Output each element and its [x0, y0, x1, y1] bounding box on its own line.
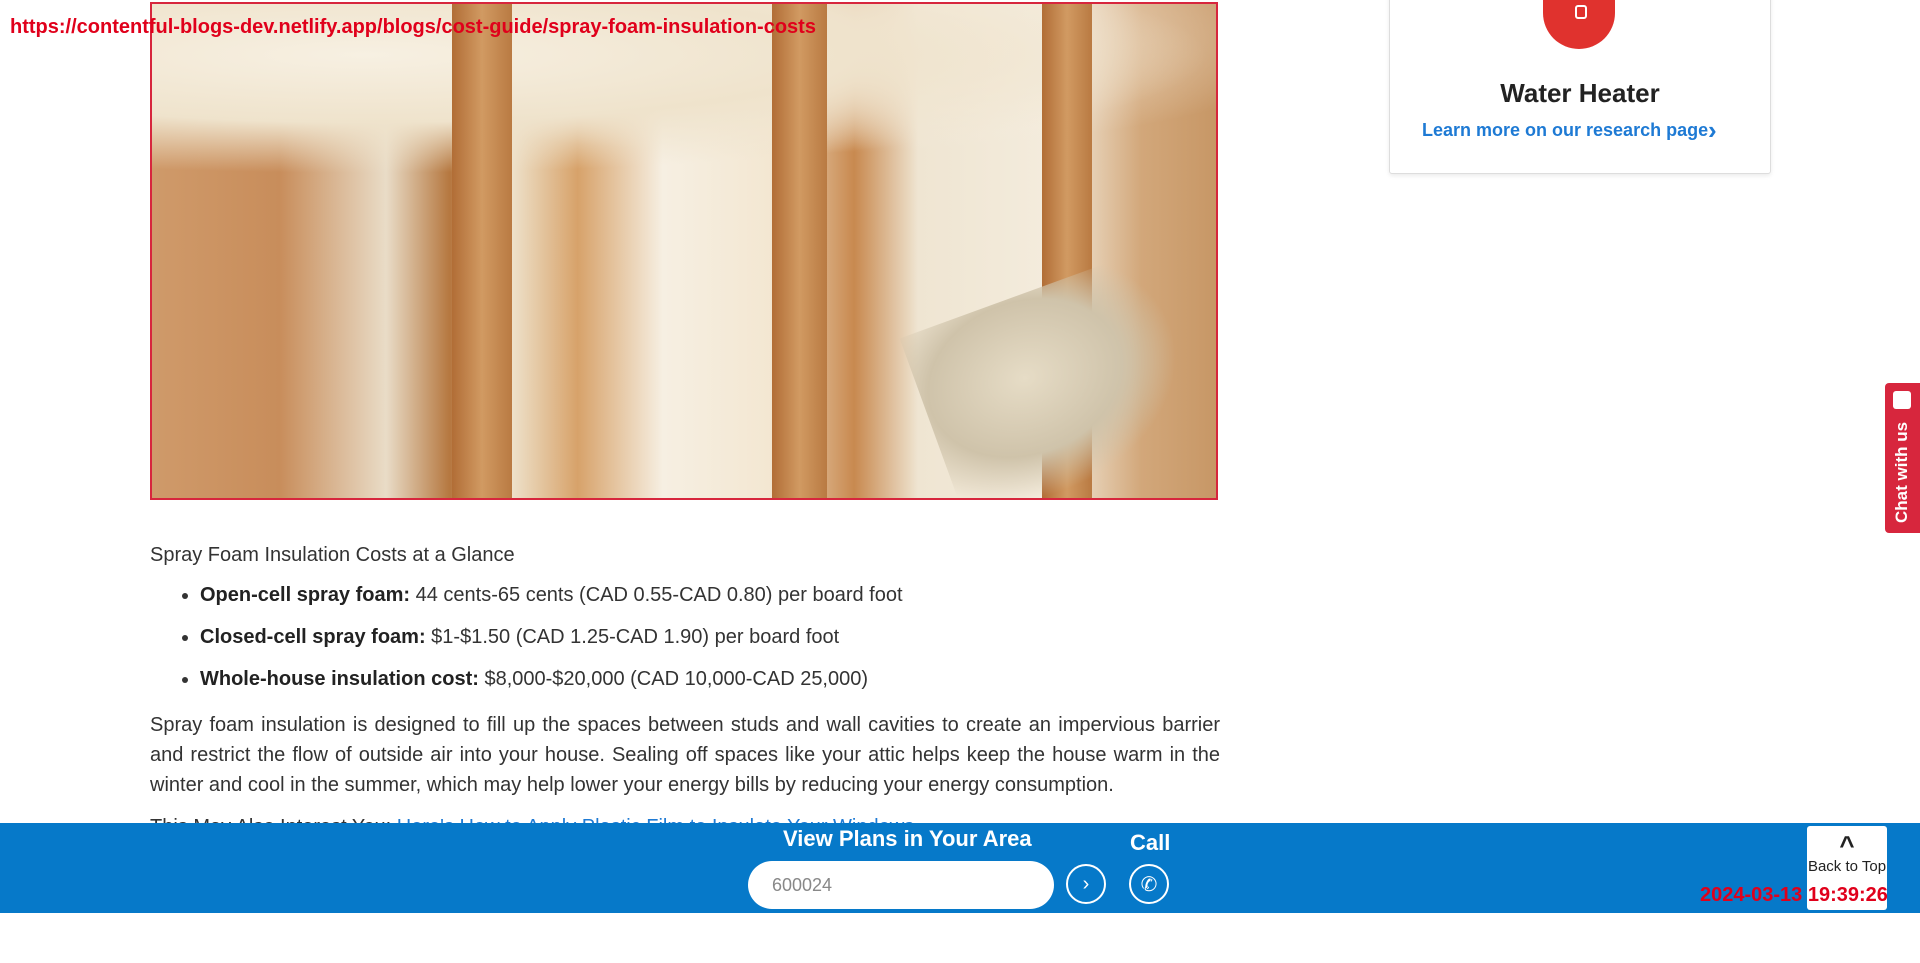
card-title: Water Heater — [1500, 78, 1660, 108]
zip-input[interactable] — [748, 861, 1054, 909]
list-item: Open-cell spray foam: 44 cents-65 cents … — [200, 580, 1220, 610]
url-overlay: https://contentful-blogs-dev.netlify.app… — [10, 16, 816, 38]
chat-bubble-icon — [1893, 391, 1911, 409]
list-item: Closed-cell spray foam: $1-$1.50 (CAD 1.… — [200, 622, 1220, 652]
chat-label: Chat with us — [1892, 421, 1911, 523]
call-label: Call — [1130, 830, 1171, 855]
article-paragraph: Spray foam insulation is designed to fil… — [150, 714, 1220, 796]
wood-stud — [772, 4, 827, 498]
research-link[interactable]: Learn more on our research page — [1422, 120, 1708, 141]
facts-list: Open-cell spray foam: 44 cents-65 cents … — [150, 580, 1220, 706]
view-plans-label: View Plans in Your Area — [783, 826, 1032, 851]
back-to-top-label: Back to Top — [1807, 858, 1887, 875]
wood-stud — [452, 4, 512, 498]
hero-image — [150, 2, 1218, 500]
water-heater-card: Water Heater Learn more on our research … — [1389, 0, 1771, 174]
phone-icon: ✆ — [1140, 873, 1158, 896]
go-button[interactable]: › — [1066, 864, 1106, 904]
list-item: Whole-house insulation cost: $8,000-$20,… — [200, 664, 1220, 694]
timestamp: 2024-03-13 19:39:26 — [1700, 884, 1888, 906]
glance-heading: Spray Foam Insulation Costs at a Glance — [150, 544, 515, 566]
call-button[interactable]: ✆ — [1129, 864, 1169, 904]
spray-gun — [899, 249, 1213, 498]
chevron-up-icon: ^ — [1839, 830, 1855, 860]
chevron-right-icon: › — [1082, 872, 1090, 895]
chevron-right-icon[interactable]: › — [1708, 115, 1717, 146]
chat-tab[interactable]: Chat with us — [1885, 383, 1920, 533]
water-heater-icon — [1532, 0, 1626, 57]
